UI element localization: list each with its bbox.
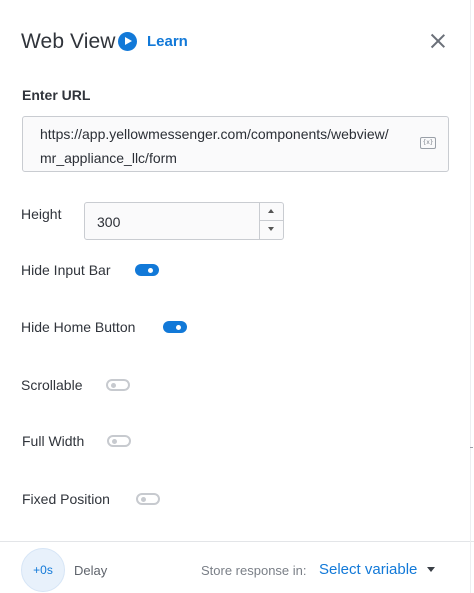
- store-response-label: Store response in:: [201, 563, 307, 578]
- toggle-full-width[interactable]: [107, 435, 131, 447]
- toggle-knob: [148, 267, 153, 273]
- footer-divider: [0, 541, 474, 542]
- toggle-label-hide-input-bar: Hide Input Bar: [21, 262, 111, 278]
- decrement-arrow-icon[interactable]: [260, 221, 283, 239]
- toggle-knob: [176, 324, 181, 330]
- toggle-hide-home-button[interactable]: [163, 321, 187, 333]
- panel-header: Web View Learn: [0, 0, 474, 84]
- height-stepper[interactable]: [259, 203, 283, 239]
- toggle-label-scrollable: Scrollable: [21, 377, 83, 393]
- toggle-knob: [112, 438, 117, 444]
- panel-title: Web View: [21, 30, 116, 53]
- url-input[interactable]: https://app.yellowmessenger.com/componen…: [22, 116, 449, 172]
- toggle-fixed-position[interactable]: [136, 493, 160, 505]
- height-value[interactable]: 300: [97, 214, 120, 230]
- learn-link[interactable]: Learn: [118, 32, 188, 51]
- delay-label: Delay: [74, 563, 108, 578]
- toggle-label-full-width: Full Width: [22, 433, 85, 449]
- toggle-label-hide-home-button: Hide Home Button: [21, 319, 136, 335]
- caret-down-icon[interactable]: [427, 567, 436, 572]
- select-variable-label[interactable]: Select variable: [319, 561, 417, 578]
- resize-handle[interactable]: [470, 447, 473, 448]
- learn-label[interactable]: Learn: [147, 33, 188, 50]
- toggle-knob: [141, 496, 146, 502]
- toggle-label-fixed-position: Fixed Position: [22, 491, 110, 507]
- toggle-hide-input-bar[interactable]: [135, 264, 159, 276]
- url-label: Enter URL: [22, 87, 91, 103]
- toggle-scrollable[interactable]: [106, 379, 130, 391]
- height-label: Height: [21, 206, 62, 222]
- close-icon[interactable]: [428, 31, 448, 51]
- delay-button[interactable]: +0s: [21, 548, 65, 592]
- variable-insert-icon[interactable]: {x}: [420, 137, 436, 149]
- select-variable-dropdown[interactable]: Select variable: [319, 561, 436, 578]
- play-circle-icon[interactable]: [118, 32, 137, 51]
- toggle-knob: [111, 382, 116, 388]
- panel-edge: [470, 0, 471, 593]
- increment-arrow-icon[interactable]: [260, 203, 283, 221]
- height-input[interactable]: 300: [84, 202, 284, 240]
